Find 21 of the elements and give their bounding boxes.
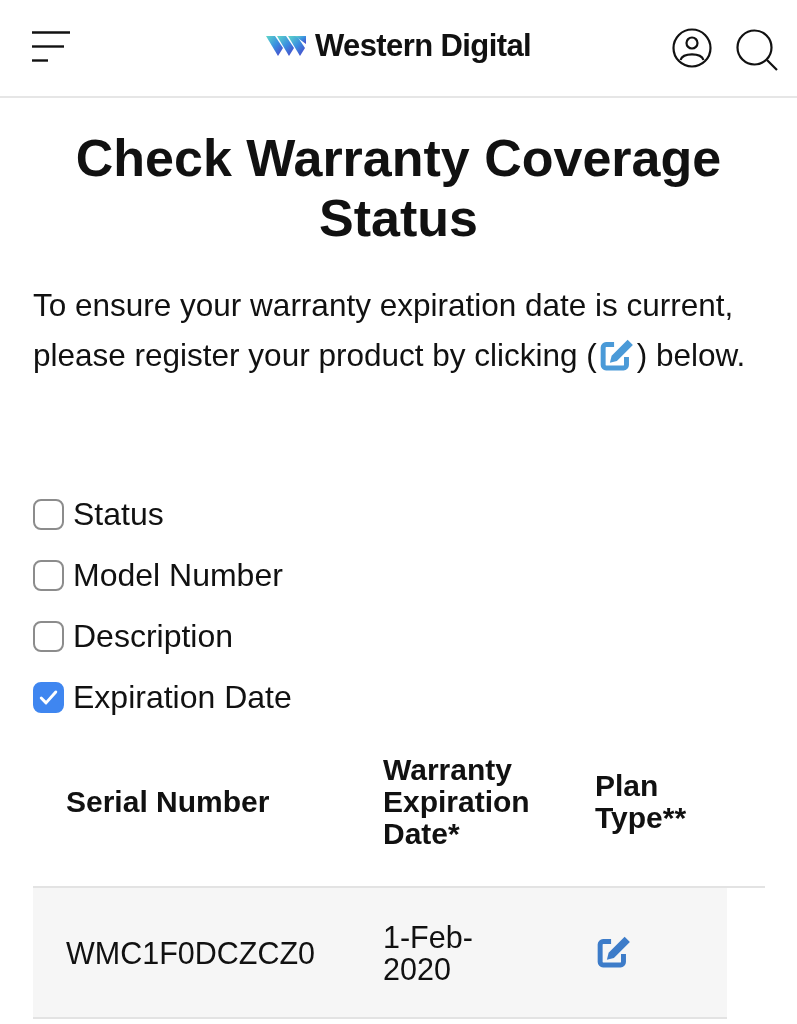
column-header: Plan Type** (595, 770, 688, 834)
checkbox-label[interactable]: Model Number (73, 557, 283, 594)
table-cell: WMC1F0DCZCZ0 (66, 935, 316, 970)
checkbox[interactable] (33, 560, 64, 591)
checkbox-label[interactable]: Description (73, 618, 234, 655)
column-header: Warranty Expiration Date* (383, 754, 531, 850)
checkmark-icon (40, 690, 57, 705)
checkbox[interactable] (33, 499, 64, 530)
column-header: Serial Number (66, 785, 270, 818)
checkbox-label[interactable]: Status (73, 496, 164, 533)
page-title: Check Warranty Coverage Status (74, 128, 723, 248)
menu-icon[interactable] (32, 31, 72, 63)
checkbox[interactable] (33, 682, 64, 713)
checkbox[interactable] (33, 621, 64, 652)
table-cell-text: 1-Feb-2020 (383, 920, 474, 985)
search-icon[interactable] (736, 29, 778, 71)
instruction-text: To ensure your warranty expiration date is current, please register your product by clicking ( ) below. (33, 286, 747, 375)
logo-icon (265, 36, 306, 56)
checkbox-label[interactable]: Expiration Date (73, 679, 292, 716)
brand-name[interactable]: Western Digital (314, 28, 532, 64)
account-icon[interactable] (672, 28, 712, 68)
